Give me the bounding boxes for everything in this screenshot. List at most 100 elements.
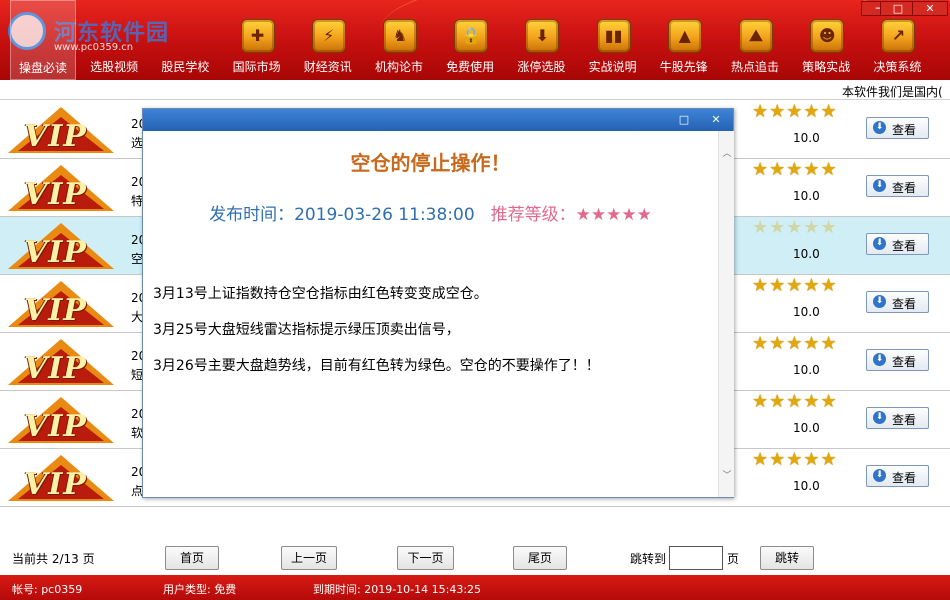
toolbar-button-12[interactable]: ☻ 策略实战 [793,0,859,80]
toolbar-button-7[interactable]: 🔒 免费使用 [437,0,503,80]
announcement-marquee: 本软件我们是国内( [0,80,950,100]
puzzle-icon: ✚ [240,19,275,53]
first-page-button[interactable]: 首页 [165,546,219,570]
down-arrow-shield-icon: ⬇ [525,19,560,53]
toolbar-button-label: 股民学校 [161,60,210,74]
toolbar-button-1[interactable]: 操盘必读 [10,0,76,80]
item-score: 10.0 [793,421,820,435]
lightning-shield-icon: ⚡ [311,19,346,53]
view-button-label: 查看 [892,181,917,195]
vip-badge-text: VIP [24,409,87,444]
article-title: 空仓的停止操作！ [350,151,511,175]
jump-button[interactable]: 跳转 [760,546,814,570]
horse-icon: ♞ [383,19,417,53]
vip-badge-text: VIP [24,351,87,386]
rating-stars: ★★★★★ [752,275,838,296]
down-arrow-icon: ⬇ [873,353,886,366]
fire-mountain-icon: ⛰ [739,19,773,53]
view-button[interactable]: ⬇ 查看 [866,349,929,371]
vip-badge-icon: VIP [8,223,114,271]
user-type-label: 用户类型: 免费 [163,583,237,596]
down-arrow-icon: ⬇ [873,121,886,134]
view-button[interactable]: ⬇ 查看 [866,233,929,255]
item-score: 10.0 [793,131,820,145]
marquee-text: 本软件我们是国内( [842,85,943,99]
dialog-maximize-button[interactable]: □ [670,110,698,129]
toolbar-button-5[interactable]: ⚡ 财经资讯 [295,0,361,80]
item-score: 10.0 [793,305,820,319]
item-score: 10.0 [793,189,820,203]
toolbar-button-label: 国际市场 [232,60,281,74]
page-unit-label: 页 [727,552,740,566]
status-bar: 帐号: pc0359 用户类型: 免费 到期时间: 2019-10-14 15:… [0,575,950,600]
article-dialog: □ ✕ 空仓的停止操作！ 发布时间：2019-03-26 11:38:00 推荐等… [142,108,734,498]
rating-stars: ★★★★★ [752,449,838,470]
publish-time: 发布时间：2019-03-26 11:38:00 [209,205,475,225]
down-arrow-icon: ⬇ [873,295,886,308]
toolbar-button-2[interactable]: 选股视频 [81,0,147,80]
next-page-button[interactable]: 下一页 [397,546,454,570]
toolbar-button-label: 选股视频 [90,60,139,74]
toolbar-button-label: 策略实战 [802,60,851,74]
jump-page-input[interactable] [669,546,723,570]
view-button-label: 查看 [892,239,917,253]
close-button[interactable]: ✕ [912,1,948,16]
vip-badge-text: VIP [24,293,87,328]
rating-stars: ★★★★★ [752,391,838,412]
scroll-up-icon[interactable]: ︿ [722,149,732,159]
toolbar-button-9[interactable]: ▮▮ 实战说明 [580,0,646,80]
last-page-button[interactable]: 尾页 [513,546,567,570]
down-arrow-icon: ⬇ [873,179,886,192]
view-button-label: 查看 [892,297,917,311]
vip-badge-icon: VIP [8,281,114,329]
main-toolbar: 河东软件园 www.pc0359.cn 操盘必读 选股视频 股民学校 ✚ 国际市场 ⚡ 财经… [0,0,950,80]
view-button-label: 查看 [892,355,917,369]
dialog-scrollbar[interactable]: ︿ ﹀ [718,131,734,497]
view-button-label: 查看 [892,123,917,137]
vip-badge-text: VIP [24,119,87,154]
jump-label: 跳转到 [630,552,667,566]
toolbar-button-6[interactable]: ♞ 机构论市 [366,0,432,80]
view-button[interactable]: ⬇ 查看 [866,407,929,429]
toolbar-button-3[interactable]: 股民学校 [152,0,218,80]
flame-icon: ▲ [667,19,702,53]
maximize-button[interactable]: □ [880,1,916,16]
vip-badge-icon: VIP [8,107,114,155]
down-arrow-icon: ⬇ [873,411,886,424]
lock-shield-icon: 🔒 [454,19,489,53]
toolbar-button-label: 操盘必读 [18,61,67,75]
dialog-close-button[interactable]: ✕ [702,110,730,129]
article-paragraph: 3月13号上证指数持仓空仓指标由红色转变变成空仓。 [153,286,488,302]
toolbar-button-label: 机构论市 [374,60,423,74]
view-button[interactable]: ⬇ 查看 [866,175,929,197]
rating-stars: ★★★★★ [752,101,838,122]
vip-badge-icon: VIP [8,339,114,387]
pagination-bar: 当前共 2/13 页 首页 上一页 下一页 尾页 跳转到 页 跳转 [0,541,950,575]
vip-badge-icon: VIP [8,455,114,503]
rating-stars: ★★★★★ [752,159,838,180]
view-button[interactable]: ⬇ 查看 [866,465,929,487]
toolbar-button-label: 热点追击 [730,60,779,74]
toolbar-button-8[interactable]: ⬇ 涨停选股 [508,0,574,80]
dialog-titlebar[interactable]: □ ✕ [143,109,733,131]
view-button-label: 查看 [892,471,917,485]
toolbar-button-4[interactable]: ✚ 国际市场 [224,0,290,80]
scroll-down-icon[interactable]: ﹀ [722,471,732,481]
view-button[interactable]: ⬇ 查看 [866,291,929,313]
item-score: 10.0 [793,479,820,493]
vip-badge-icon: VIP [8,165,114,213]
view-button[interactable]: ⬇ 查看 [866,117,929,139]
prev-page-button[interactable]: 上一页 [281,546,337,570]
page-info: 当前共 2/13 页 [12,552,95,566]
item-score: 10.0 [793,363,820,377]
monitor-icon: ↗ [881,19,916,53]
toolbar-button-10[interactable]: ▲ 牛股先锋 [651,0,717,80]
item-score: 10.0 [793,247,820,261]
toolbar-button-11[interactable]: ⛰ 热点追击 [722,0,788,80]
article-meta: 发布时间：2019-03-26 11:38:00 推荐等级：★★★★★ [143,200,718,225]
down-arrow-icon: ⬇ [873,469,886,482]
vip-badge-text: VIP [24,235,87,270]
rating-label: 推荐等级：★★★★★ [490,205,652,225]
rating-stars: ★★★★★ [752,217,838,238]
toolbar-button-label: 决策系统 [873,60,922,74]
